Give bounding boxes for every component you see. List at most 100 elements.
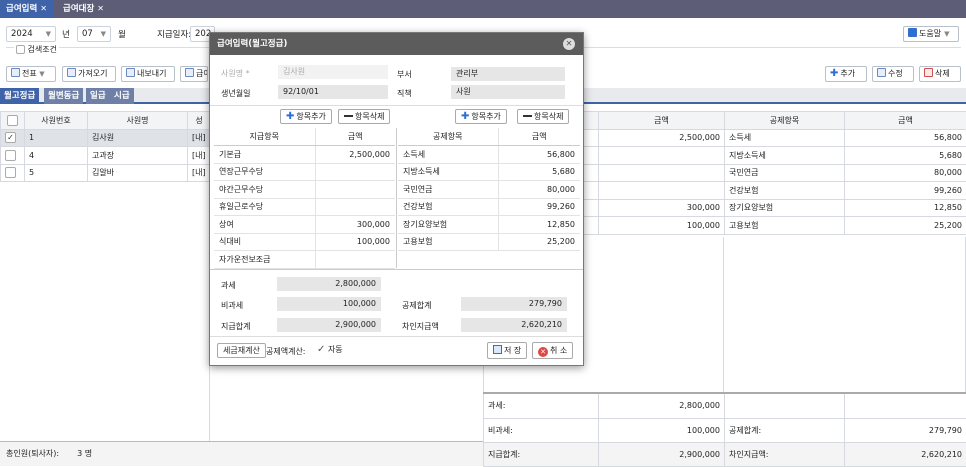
month-value: 07 [82, 29, 93, 39]
document-icon [11, 68, 20, 77]
table-row[interactable]: 야간근무수당 [214, 181, 395, 199]
dept-label: 부서 [397, 69, 412, 80]
pay-item-amount[interactable]: 100,000 [315, 233, 395, 251]
deduction-item-name: 장기요양보험 [398, 216, 498, 234]
summary-label: 차인지급액: [725, 442, 845, 466]
search-condition-toggle[interactable]: 검색조건 [14, 44, 59, 55]
deduction-item-amount[interactable]: 5,680 [498, 163, 580, 181]
import-button[interactable]: 가져오기 [62, 66, 116, 82]
checkbox-icon [16, 45, 25, 54]
deduction-item-amount[interactable]: 25,200 [498, 233, 580, 251]
close-icon[interactable]: ✕ [563, 38, 575, 50]
pay-add-item-button[interactable]: ✚항목추가 [280, 109, 332, 124]
year-select[interactable]: 2024▼ [6, 26, 56, 42]
save-button[interactable]: 저 장 [487, 342, 527, 359]
table-row[interactable]: 건강보험99,260 [398, 198, 580, 216]
table-row[interactable]: 국민연금80,000 [398, 181, 580, 199]
add-button[interactable]: ✚추가 [825, 66, 867, 82]
table-row[interactable]: 장기요양보험12,850 [398, 216, 580, 234]
tax-recalc-button[interactable]: 세금재계산 [217, 343, 266, 358]
pay-item-amount[interactable]: 300,000 [315, 216, 395, 234]
cancel-label: 취 소 [550, 346, 567, 355]
deduction-delete-item-button[interactable]: 항목삭제 [517, 109, 569, 124]
cancel-button[interactable]: ✕취 소 [532, 342, 573, 359]
summary-table: 과세:2,800,000 비과세:100,000공제합계:279,790 지급합… [483, 392, 966, 467]
export-icon [126, 68, 135, 77]
help-label: 도움말 [919, 29, 941, 38]
auto-label: 자동 [328, 345, 343, 354]
tab-payroll-register[interactable]: 급여대장✕ [57, 0, 110, 18]
pay-item-amount[interactable]: 2,500,000 [315, 146, 395, 164]
summary-value: 100,000 [599, 418, 725, 442]
month-select[interactable]: 07 ▼ [77, 26, 111, 42]
close-icon[interactable]: ✕ [97, 4, 104, 13]
deduction-item-amount[interactable]: 99,260 [498, 198, 580, 216]
emp-name: 고과장 [88, 147, 188, 165]
help-button[interactable]: 도움말▼ [903, 26, 959, 42]
table-row[interactable]: 자가운전보조금 [214, 251, 395, 269]
deduction-total-label: 공제합계 [402, 300, 431, 311]
pay-item-amount[interactable] [315, 198, 395, 216]
cancel-icon: ✕ [538, 347, 548, 357]
deduction-item-amount[interactable]: 56,800 [498, 146, 580, 164]
select-all-cell[interactable] [1, 112, 25, 130]
edit-label: 수정 [888, 69, 903, 78]
pay-item-amount[interactable] [315, 163, 395, 181]
payroll-entry-dialog: 급여입력(월고정급) ✕ 사원명 * 김사원 부서 관리부 생년월일 92/10… [209, 32, 584, 366]
table-row[interactable]: 소득세56,800 [398, 146, 580, 164]
pay-delete-item-button[interactable]: 항목삭제 [338, 109, 390, 124]
table-row[interactable]: ✓1김사원[내] [1, 129, 211, 147]
close-icon[interactable]: ✕ [40, 4, 47, 13]
table-row[interactable]: 지방소득세5,680 [398, 163, 580, 181]
deduction-item-name: 국민연금 [398, 181, 498, 199]
add-item-label: 항목추가 [296, 112, 325, 121]
subtab-monthly-fixed[interactable]: 월고정급 [0, 88, 39, 104]
column-header: 금액 [845, 112, 966, 130]
divider [210, 336, 583, 337]
summary-row: 과세:2,800,000 [484, 393, 966, 418]
deduction-column-body [724, 237, 966, 392]
deduction-add-item-button[interactable]: ✚항목추가 [455, 109, 507, 124]
deduction-items-table: 공제항목금액 소득세56,800 지방소득세5,680 국민연금80,000 건… [398, 128, 580, 251]
row-checkbox[interactable]: ✓ [1, 129, 25, 147]
subtab-hourly[interactable]: 시급 [110, 88, 134, 104]
table-row[interactable]: 휴일근로수당 [214, 198, 395, 216]
subtab-monthly-variable[interactable]: 월변동급 [44, 88, 83, 104]
subtab-daily[interactable]: 일급 [86, 88, 110, 104]
pay-item-amount[interactable] [315, 181, 395, 199]
emp-name-field[interactable]: 김사원 [278, 65, 388, 79]
pay-item-amount[interactable] [315, 251, 395, 269]
table-row[interactable]: 식대비100,000 [214, 233, 395, 251]
deduction-item-amount[interactable]: 80,000 [498, 181, 580, 199]
payroll-button[interactable]: 급여 [180, 66, 208, 82]
position-field[interactable]: 사원 [451, 85, 565, 99]
table-row[interactable]: 상여300,000 [214, 216, 395, 234]
checkmark-icon: ✓ [5, 132, 16, 143]
nontaxable-label: 비과세 [221, 300, 243, 311]
row-checkbox[interactable] [1, 147, 25, 165]
save-icon [493, 345, 502, 354]
column-header: 사원번호 [25, 112, 88, 130]
table-row[interactable]: 연장근무수당 [214, 163, 395, 181]
employee-count-label: 총인원(퇴사자): [6, 449, 59, 458]
deduction-item-name: 지방소득세 [398, 163, 498, 181]
deduction-total-value: 279,790 [461, 297, 567, 311]
deduction-amount: 80,000 [845, 164, 966, 182]
edit-button[interactable]: 수정 [872, 66, 914, 82]
dept-field[interactable]: 관리부 [451, 67, 565, 81]
table-row[interactable]: 기본급2,500,000 [214, 146, 395, 164]
import-label: 가져오기 [78, 69, 107, 78]
summary-label: 공제합계: [725, 418, 845, 442]
export-button[interactable]: 내보내기 [121, 66, 175, 82]
table-row[interactable]: 고용보험25,200 [398, 233, 580, 251]
tab-pay-entry[interactable]: 급여입력✕ [0, 0, 53, 18]
pay-date-label: 지급일자: [157, 28, 191, 40]
birth-field[interactable]: 92/10/01 [278, 85, 388, 99]
slip-button[interactable]: 전표 ▼ [6, 66, 56, 82]
plus-icon: ✚ [286, 111, 294, 122]
chevron-down-icon: ▼ [101, 27, 106, 41]
delete-button[interactable]: 삭제 [919, 66, 961, 82]
deduction-item-amount[interactable]: 12,850 [498, 216, 580, 234]
auto-checkbox[interactable]: ✓ 자동 [317, 344, 343, 355]
table-row[interactable]: 4고과장[내] [1, 147, 211, 165]
